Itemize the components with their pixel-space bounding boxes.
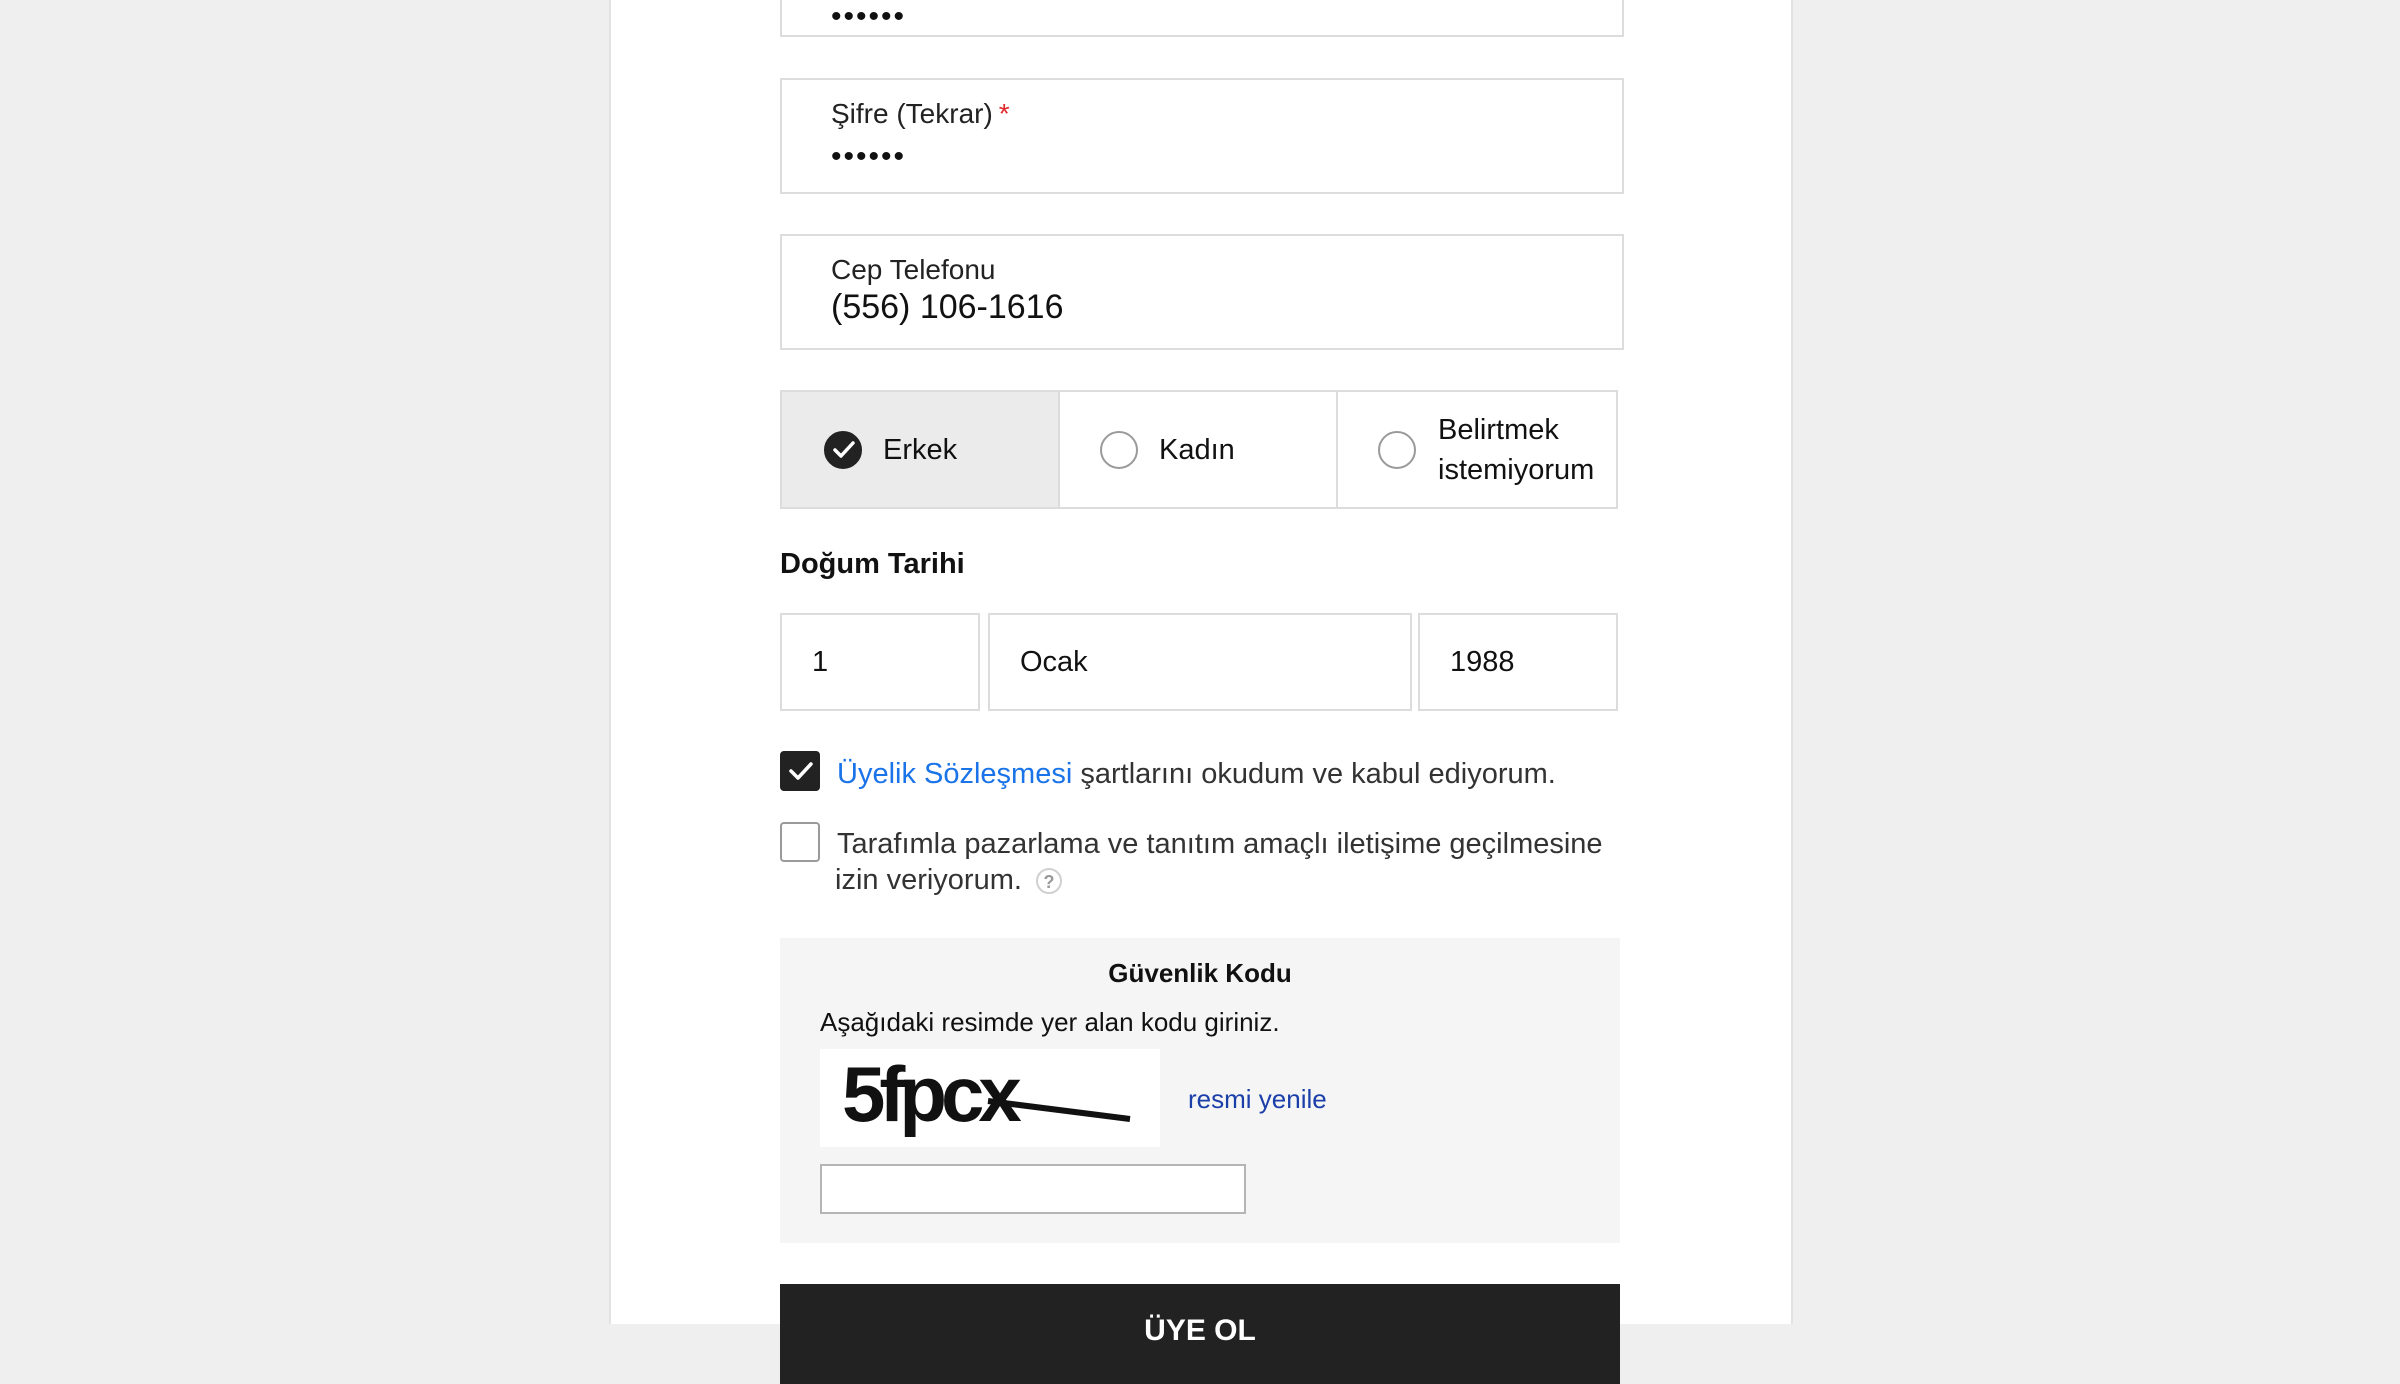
register-button[interactable]: ÜYE OL [780,1284,1620,1384]
marketing-consent-line1: Tarafımla pazarlama ve tanıtım amaçlı il… [837,828,1603,860]
gender-option-unspecified[interactable]: Belirtmek istemiyorum [1336,390,1618,509]
required-mark: * [998,98,1010,129]
radio-checked-icon [824,431,862,469]
radio-unchecked-icon [1378,431,1416,469]
gender-female-label: Kadın [1159,434,1235,466]
gender-selector: Erkek Kadın Belirtmek istemiyorum [780,390,1620,509]
captcha-image: 5fpcx [820,1049,1160,1147]
register-button-label: ÜYE OL [1144,1314,1256,1347]
membership-agreement-rest: şartlarını okudum ve kabul ediyorum. [1072,758,1556,790]
birth-day-select[interactable]: 1 [780,613,980,711]
password-confirm-label: Şifre (Tekrar) * [831,98,1010,130]
captcha-input[interactable] [820,1164,1246,1214]
membership-agreement-link[interactable]: Üyelik Sözleşmesi [837,758,1072,790]
password-confirm-value: •••••• [831,140,907,173]
password-confirm-label-text: Şifre (Tekrar) [831,98,993,129]
radio-unchecked-icon [1100,431,1138,469]
birth-month-select[interactable]: Ocak [988,613,1412,711]
marketing-consent-text: Tarafımla pazarlama ve tanıtım amaçlı il… [837,826,1603,862]
phone-field[interactable]: Cep Telefonu (556) 106-1616 [780,234,1624,350]
captcha-image-graphic: 5fpcx [842,1050,1131,1138]
captcha-instruction: Aşağıdaki resimde yer alan kodu giriniz. [820,1007,1280,1037]
password-confirm-field[interactable]: Şifre (Tekrar) * •••••• [780,78,1624,194]
captcha-refresh-link[interactable]: resmi yenile [1188,1084,1327,1115]
gender-option-male[interactable]: Erkek [780,390,1060,509]
gender-option-female[interactable]: Kadın [1058,390,1338,509]
gender-unspecified-label-line1: Belirtmek [1438,414,1559,446]
birth-year-select[interactable]: 1988 [1418,613,1618,711]
membership-agreement-text: Üyelik Sözleşmesi şartlarını okudum ve k… [837,756,1556,792]
marketing-consent-line2-wrap: izin veriyorum. ? [835,862,1062,898]
marketing-consent-checkbox[interactable] [780,822,820,862]
phone-value: (556) 106-1616 [831,288,1064,326]
marketing-consent-line2: izin veriyorum. [835,864,1022,896]
captcha-title: Güvenlik Kodu [1108,958,1292,988]
captcha-image-text: 5fpcx [842,1050,1021,1138]
captcha-panel: Güvenlik Kodu Aşağıdaki resimde yer alan… [780,938,1620,1243]
checkmark-icon [789,762,813,780]
gender-male-label: Erkek [883,434,958,466]
password-value: •••••• [831,0,907,33]
membership-agreement-checkbox[interactable] [780,751,820,791]
help-icon[interactable]: ? [1036,868,1062,895]
birth-date-title: Doğum Tarihi [780,548,965,580]
phone-label: Cep Telefonu [831,254,996,285]
password-field[interactable]: •••••• [780,0,1624,37]
gender-unspecified-label-line2: istemiyorum [1438,454,1595,486]
